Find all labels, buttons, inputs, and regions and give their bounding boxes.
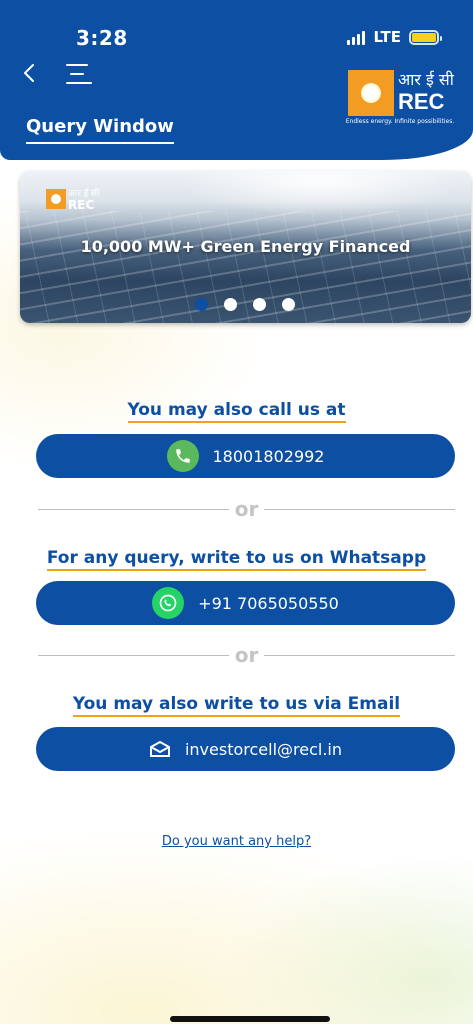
promo-banner-carousel[interactable]: आर ई सी REC 10,000 MW+ Green Energy Fina… xyxy=(20,171,471,323)
carousel-dot[interactable] xyxy=(195,298,208,311)
phone-number: 18001802992 xyxy=(212,446,325,466)
menu-icon[interactable] xyxy=(66,64,94,86)
chevron-left-icon[interactable] xyxy=(22,62,44,86)
banner-title: 10,000 MW+ Green Energy Financed xyxy=(80,237,411,256)
whatsapp-button[interactable]: +91 7065050550 xyxy=(36,581,455,625)
app-header: 3:28 LTE Query Window आर ई सी REC Endles… xyxy=(0,0,473,160)
or-divider: or xyxy=(38,497,456,521)
email-button[interactable]: investorcell@recl.in xyxy=(36,727,455,771)
email-heading: You may also write to us via Email xyxy=(0,694,473,717)
page-title: Query Window xyxy=(26,116,174,144)
carousel-dot[interactable] xyxy=(282,298,295,311)
or-divider: or xyxy=(38,643,456,667)
sun-logo-icon xyxy=(348,70,394,116)
banner-logo-rec: REC xyxy=(68,198,95,212)
battery-icon xyxy=(409,29,442,45)
whatsapp-number: +91 7065050550 xyxy=(198,593,339,613)
whatsapp-icon xyxy=(152,587,185,619)
call-heading: You may also call us at xyxy=(0,400,473,423)
banner-logo: आर ई सी REC xyxy=(46,189,110,223)
logo-rec-text: REC xyxy=(398,89,445,114)
status-bar-indicators: LTE xyxy=(347,28,442,46)
phone-icon xyxy=(166,440,199,472)
carousel-dot[interactable] xyxy=(253,298,266,311)
logo-tagline: Endless energy. Infinite possibilities. xyxy=(345,118,455,125)
call-button[interactable]: 18001802992 xyxy=(36,434,455,478)
signal-icon xyxy=(347,29,366,45)
whatsapp-heading: For any query, write to us on Whatsapp xyxy=(0,548,473,571)
home-indicator[interactable] xyxy=(170,1016,330,1022)
carousel-dots xyxy=(195,298,295,311)
network-label: LTE xyxy=(373,28,401,46)
logo-hindi-text: आर ई सी xyxy=(398,70,454,89)
rec-logo: आर ई सी REC Endless energy. Infinite pos… xyxy=(346,70,460,136)
carousel-dot[interactable] xyxy=(224,298,237,311)
email-address: investorcell@recl.in xyxy=(184,739,343,759)
envelope-icon xyxy=(149,740,171,758)
status-time: 3:28 xyxy=(76,26,128,50)
help-link[interactable]: Do you want any help? xyxy=(0,834,473,849)
sun-logo-icon xyxy=(46,189,66,209)
